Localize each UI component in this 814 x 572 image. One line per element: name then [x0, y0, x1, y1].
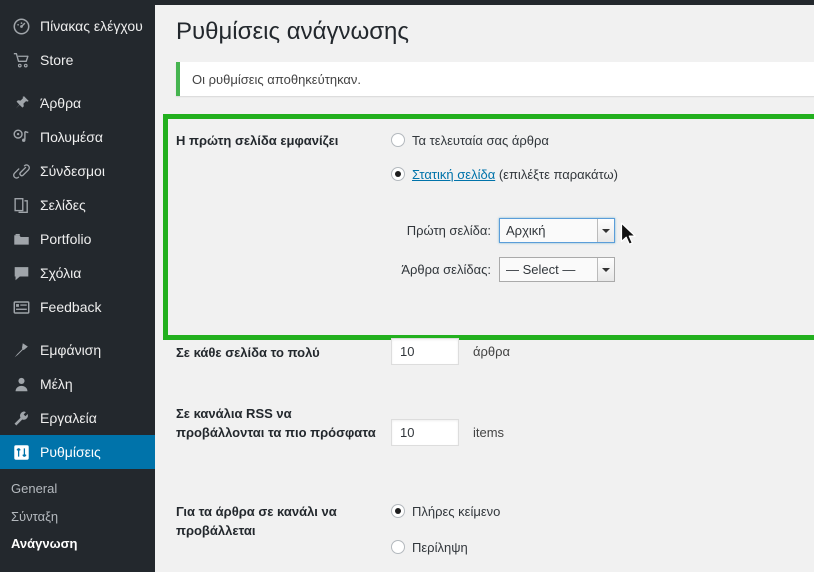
sidebar-item-label: Σύνδεσμοι: [40, 163, 105, 179]
sidebar-top-spacer: [0, 0, 155, 9]
posts-page-select-label: Άρθρα σελίδας:: [401, 262, 491, 277]
sidebar-item-dashboard[interactable]: Πίνακας ελέγχου: [0, 9, 155, 43]
posts-per-page-input[interactable]: 10: [391, 338, 459, 365]
front-page-select[interactable]: Αρχική: [499, 218, 615, 243]
sidebar-item-label: Σχόλια: [40, 265, 82, 281]
front-page-row: Η πρώτη σελίδα εμφανίζει Τα τελευταία σα…: [176, 132, 814, 296]
sidebar-item-label: Ρυθμίσεις: [40, 444, 101, 460]
cart-icon: [11, 50, 31, 70]
radio-summary-line[interactable]: Περίληψη: [391, 539, 500, 557]
posts-per-page-field: 10 άρθρα: [391, 338, 510, 365]
sidebar-item-tools[interactable]: Εργαλεία: [0, 401, 155, 435]
sidebar-item-links[interactable]: Σύνδεσμοι: [0, 154, 155, 188]
comment-icon: [11, 263, 31, 283]
front-page-options: Τα τελευταία σας άρθρα Στατική σελίδα (ε…: [391, 132, 618, 296]
sidebar-item-label: Εμφάνιση: [40, 342, 102, 358]
static-page-link[interactable]: Στατική σελίδα: [412, 167, 495, 182]
submenu-item-reading[interactable]: Ανάγνωση: [0, 530, 155, 558]
radio-summary-label: Περίληψη: [412, 540, 468, 555]
submenu-item-writing[interactable]: Σύνταξη: [0, 503, 155, 531]
front-page-select-label: Πρώτη σελίδα:: [406, 223, 491, 238]
front-page-select-row: Πρώτη σελίδα: Αρχική: [391, 218, 618, 243]
sidebar-item-label: Εργαλεία: [40, 410, 97, 426]
chevron-down-icon[interactable]: [597, 258, 614, 281]
feed-display-row: Για τα άρθρα σε κανάλι να προβάλλεται Πλ…: [176, 503, 814, 557]
static-page-suffix: (επιλέξτε παρακάτω): [495, 167, 618, 182]
sidebar-item-settings[interactable]: Ρυθμίσεις: [0, 435, 155, 469]
sidebar-item-appearance[interactable]: Εμφάνιση: [0, 333, 155, 367]
sidebar-item-label: Πίνακας ελέγχου: [40, 18, 143, 34]
wordpress-admin-screen: Πίνακας ελέγχου Store Άρθρα Πολυμέσα Σύν…: [0, 0, 814, 572]
chevron-down-icon[interactable]: [597, 219, 614, 242]
rss-items-label: Σε κανάλια RSS να προβάλλονται τα πιο πρ…: [176, 406, 376, 440]
rss-items-unit: items: [473, 425, 505, 440]
posts-page-select-value: — Select —: [506, 262, 576, 277]
sidebar-item-feedback[interactable]: Feedback: [0, 290, 155, 324]
sidebar-item-comments[interactable]: Σχόλια: [0, 256, 155, 290]
radio-summary[interactable]: [391, 540, 405, 554]
admin-bar-strip: [155, 0, 814, 5]
dashboard-icon: [11, 16, 31, 36]
sidebar-item-label: Portfolio: [40, 231, 92, 247]
sidebar-item-label: Σελίδες: [40, 197, 86, 213]
front-page-select-value: Αρχική: [506, 223, 546, 238]
sidebar-item-users[interactable]: Μέλη: [0, 367, 155, 401]
radio-latest-posts[interactable]: [391, 133, 405, 147]
page-title: Ρυθμίσεις ανάγνωσης: [176, 18, 409, 45]
radio-full-text-label: Πλήρες κείμενο: [412, 504, 501, 519]
posts-per-page-unit: άρθρα: [473, 344, 511, 359]
settings-saved-notice: Οι ρυθμίσεις αποθηκεύτηκαν.: [176, 62, 814, 96]
posts-page-select[interactable]: — Select —: [499, 257, 615, 282]
radio-full-text-line[interactable]: Πλήρες κείμενο: [391, 503, 500, 521]
portfolio-icon: [11, 229, 31, 249]
front-page-label: Η πρώτη σελίδα εμφανίζει: [176, 133, 339, 148]
posts-per-page-row: Σε κάθε σελίδα το πολύ 10 άρθρα: [176, 338, 814, 365]
feed-display-label: Για τα άρθρα σε κανάλι να προβάλλεται: [176, 504, 337, 538]
submenu-item-general[interactable]: General: [0, 475, 155, 503]
radio-latest-posts-line[interactable]: Τα τελευταία σας άρθρα: [391, 132, 618, 150]
media-icon: [11, 127, 31, 147]
rss-items-field: 10 items: [391, 419, 504, 446]
radio-static-page[interactable]: [391, 167, 405, 181]
feedback-icon: [11, 297, 31, 317]
pages-icon: [11, 195, 31, 215]
sidebar-item-portfolio[interactable]: Portfolio: [0, 222, 155, 256]
sidebar-item-pages[interactable]: Σελίδες: [0, 188, 155, 222]
sidebar-item-label: Πολυμέσα: [40, 129, 103, 145]
admin-sidebar: Πίνακας ελέγχου Store Άρθρα Πολυμέσα Σύν…: [0, 0, 155, 572]
radio-static-page-line[interactable]: Στατική σελίδα (επιλέξτε παρακάτω): [391, 166, 618, 184]
link-icon: [11, 161, 31, 181]
radio-full-text[interactable]: [391, 504, 405, 518]
rss-items-input[interactable]: 10: [391, 419, 459, 446]
feed-display-options: Πλήρες κείμενο Περίληψη: [391, 503, 500, 557]
tools-icon: [11, 408, 31, 428]
pin-icon: [11, 93, 31, 113]
sidebar-item-media[interactable]: Πολυμέσα: [0, 120, 155, 154]
main-content: Ρυθμίσεις ανάγνωσης Οι ρυθμίσεις αποθηκε…: [155, 0, 814, 572]
radio-latest-posts-label: Τα τελευταία σας άρθρα: [412, 133, 549, 148]
sidebar-item-posts[interactable]: Άρθρα: [0, 86, 155, 120]
sidebar-item-label: Μέλη: [40, 376, 73, 392]
settings-icon: [11, 442, 31, 462]
users-icon: [11, 374, 31, 394]
rss-items-row: Σε κανάλια RSS να προβάλλονται τα πιο πρ…: [176, 405, 814, 446]
posts-per-page-label: Σε κάθε σελίδα το πολύ: [176, 345, 320, 360]
sidebar-item-label: Store: [40, 52, 74, 68]
sidebar-separator: [0, 77, 155, 86]
sidebar-item-label: Feedback: [40, 299, 102, 315]
appearance-icon: [11, 340, 31, 360]
notice-text: Οι ρυθμίσεις αποθηκεύτηκαν.: [192, 71, 362, 87]
settings-submenu: General Σύνταξη Ανάγνωση: [0, 469, 155, 558]
posts-page-select-row: Άρθρα σελίδας: — Select —: [391, 257, 618, 282]
sidebar-separator: [0, 324, 155, 333]
sidebar-item-label: Άρθρα: [40, 95, 82, 111]
sidebar-item-store[interactable]: Store: [0, 43, 155, 77]
